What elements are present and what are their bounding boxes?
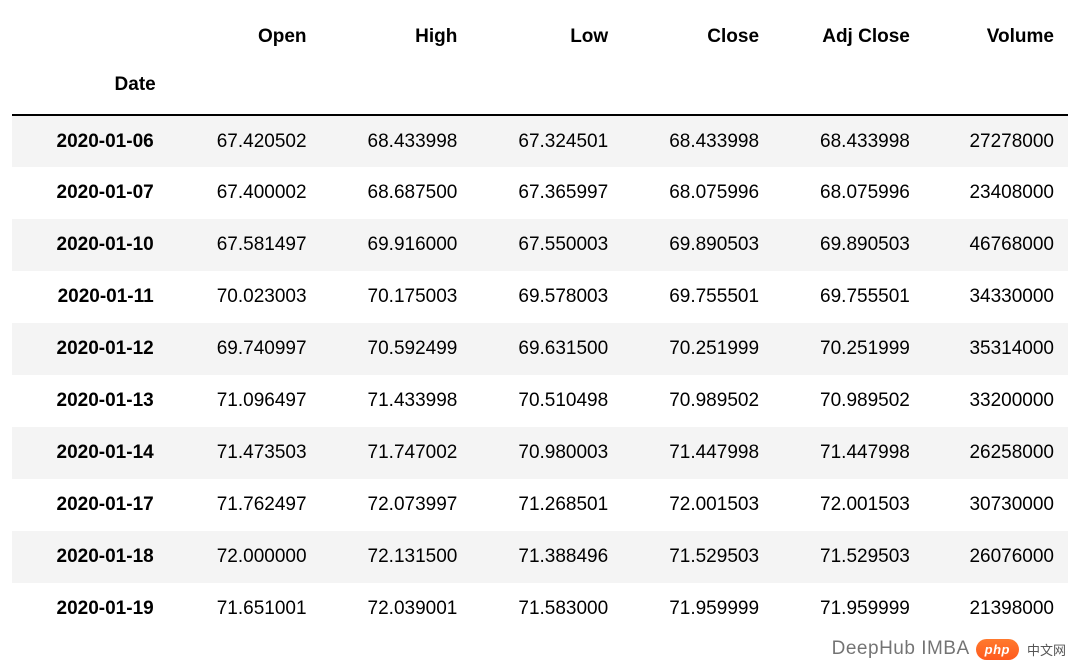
cell-value: 68.433998 <box>321 115 472 167</box>
row-date: 2020-01-10 <box>12 219 170 271</box>
cell-value: 71.268501 <box>471 479 622 531</box>
table-row: 2020-01-1269.74099770.59249969.63150070.… <box>12 323 1068 375</box>
cell-value: 67.581497 <box>170 219 321 271</box>
cell-value: 69.755501 <box>622 271 773 323</box>
cell-value: 71.473503 <box>170 427 321 479</box>
table-row: 2020-01-0667.42050268.43399867.32450168.… <box>12 115 1068 167</box>
col-close: Close <box>622 8 773 66</box>
table-body: 2020-01-0667.42050268.43399867.32450168.… <box>12 115 1068 635</box>
watermark-suffix: 中文网 <box>1027 640 1066 659</box>
cell-value: 69.890503 <box>622 219 773 271</box>
cell-value: 72.000000 <box>170 531 321 583</box>
cell-value: 26258000 <box>924 427 1068 479</box>
row-date: 2020-01-11 <box>12 271 170 323</box>
cell-value: 68.433998 <box>622 115 773 167</box>
cell-value: 46768000 <box>924 219 1068 271</box>
cell-value: 71.529503 <box>622 531 773 583</box>
cell-value: 69.890503 <box>773 219 924 271</box>
table-row: 2020-01-1471.47350371.74700270.98000371.… <box>12 427 1068 479</box>
cell-value: 70.989502 <box>622 375 773 427</box>
row-date: 2020-01-19 <box>12 583 170 635</box>
cell-value: 69.631500 <box>471 323 622 375</box>
cell-value: 69.578003 <box>471 271 622 323</box>
row-date: 2020-01-07 <box>12 167 170 219</box>
cell-value: 27278000 <box>924 115 1068 167</box>
col-low: Low <box>471 8 622 66</box>
cell-value: 70.175003 <box>321 271 472 323</box>
column-header-row: Open High Low Close Adj Close Volume <box>12 8 1068 66</box>
watermark-primary: DeepHub IMBA <box>832 638 970 660</box>
cell-value: 69.916000 <box>321 219 472 271</box>
cell-value: 71.959999 <box>773 583 924 635</box>
cell-value: 71.096497 <box>170 375 321 427</box>
cell-value: 33200000 <box>924 375 1068 427</box>
cell-value: 70.023003 <box>170 271 321 323</box>
cell-value: 72.001503 <box>622 479 773 531</box>
index-label: Date <box>12 66 170 115</box>
data-table: Open High Low Close Adj Close Volume Dat… <box>12 8 1068 635</box>
row-date: 2020-01-14 <box>12 427 170 479</box>
cell-value: 71.747002 <box>321 427 472 479</box>
cell-value: 71.447998 <box>773 427 924 479</box>
php-logo-icon: php <box>976 639 1019 660</box>
cell-value: 70.989502 <box>773 375 924 427</box>
row-date: 2020-01-12 <box>12 323 170 375</box>
table-row: 2020-01-1872.00000072.13150071.38849671.… <box>12 531 1068 583</box>
cell-value: 69.755501 <box>773 271 924 323</box>
cell-value: 21398000 <box>924 583 1068 635</box>
cell-value: 71.433998 <box>321 375 472 427</box>
cell-value: 72.131500 <box>321 531 472 583</box>
table-row: 2020-01-1371.09649771.43399870.51049870.… <box>12 375 1068 427</box>
cell-value: 23408000 <box>924 167 1068 219</box>
cell-value: 26076000 <box>924 531 1068 583</box>
cell-value: 67.550003 <box>471 219 622 271</box>
cell-value: 35314000 <box>924 323 1068 375</box>
cell-value: 67.324501 <box>471 115 622 167</box>
watermark: DeepHub IMBA php 中文网 <box>832 638 1066 660</box>
cell-value: 72.039001 <box>321 583 472 635</box>
table-row: 2020-01-1170.02300370.17500369.57800369.… <box>12 271 1068 323</box>
cell-value: 30730000 <box>924 479 1068 531</box>
row-date: 2020-01-13 <box>12 375 170 427</box>
cell-value: 68.433998 <box>773 115 924 167</box>
col-high: High <box>321 8 472 66</box>
cell-value: 68.075996 <box>622 167 773 219</box>
cell-value: 71.583000 <box>471 583 622 635</box>
table-row: 2020-01-0767.40000268.68750067.36599768.… <box>12 167 1068 219</box>
col-volume: Volume <box>924 8 1068 66</box>
cell-value: 67.400002 <box>170 167 321 219</box>
blank-corner <box>12 8 170 66</box>
cell-value: 71.762497 <box>170 479 321 531</box>
cell-value: 71.959999 <box>622 583 773 635</box>
cell-value: 67.365997 <box>471 167 622 219</box>
cell-value: 70.592499 <box>321 323 472 375</box>
cell-value: 69.740997 <box>170 323 321 375</box>
cell-value: 70.251999 <box>773 323 924 375</box>
index-label-row: Date <box>12 66 1068 115</box>
cell-value: 68.687500 <box>321 167 472 219</box>
cell-value: 72.073997 <box>321 479 472 531</box>
col-open: Open <box>170 8 321 66</box>
cell-value: 70.510498 <box>471 375 622 427</box>
cell-value: 71.529503 <box>773 531 924 583</box>
cell-value: 71.651001 <box>170 583 321 635</box>
table-row: 2020-01-1771.76249772.07399771.26850172.… <box>12 479 1068 531</box>
row-date: 2020-01-06 <box>12 115 170 167</box>
cell-value: 70.980003 <box>471 427 622 479</box>
cell-value: 70.251999 <box>622 323 773 375</box>
cell-value: 68.075996 <box>773 167 924 219</box>
cell-value: 72.001503 <box>773 479 924 531</box>
cell-value: 71.388496 <box>471 531 622 583</box>
table-row: 2020-01-1067.58149769.91600067.55000369.… <box>12 219 1068 271</box>
cell-value: 67.420502 <box>170 115 321 167</box>
row-date: 2020-01-17 <box>12 479 170 531</box>
table-row: 2020-01-1971.65100172.03900171.58300071.… <box>12 583 1068 635</box>
col-adj-close: Adj Close <box>773 8 924 66</box>
cell-value: 71.447998 <box>622 427 773 479</box>
cell-value: 34330000 <box>924 271 1068 323</box>
row-date: 2020-01-18 <box>12 531 170 583</box>
